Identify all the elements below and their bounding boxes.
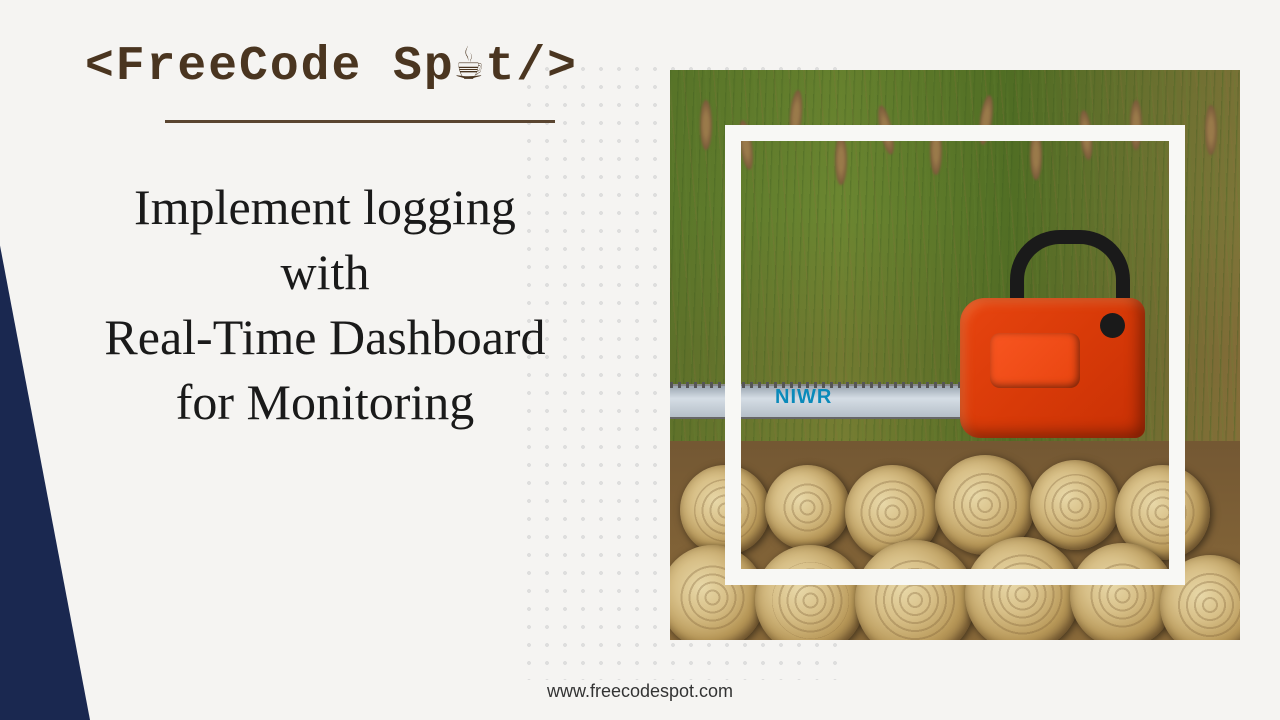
headline-line-4: for Monitoring	[80, 370, 570, 435]
logo-text: <FreeCode Sp☕t/>	[85, 40, 578, 94]
headline-line-1: Implement logging	[80, 175, 570, 240]
headline: Implement logging with Real-Time Dashboa…	[80, 175, 570, 435]
featured-image: NIWR	[670, 70, 1240, 640]
log-pile	[670, 401, 1240, 640]
chainsaw-photo: NIWR	[670, 70, 1240, 640]
headline-line-2: with	[80, 240, 570, 305]
accent-triangle	[0, 140, 90, 720]
headline-line-3: Real-Time Dashboard	[80, 305, 570, 370]
divider-line	[165, 120, 555, 123]
logo: <FreeCode Sp☕t/>	[85, 35, 578, 94]
footer-url: www.freecodespot.com	[547, 681, 733, 702]
